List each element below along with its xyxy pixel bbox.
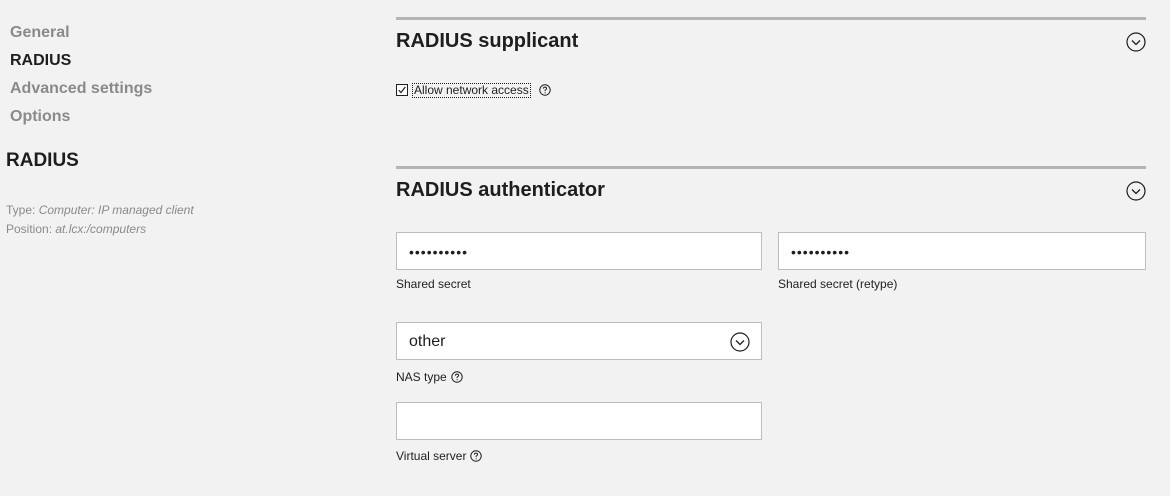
nas-type-value: other [409,333,446,350]
virtual-server-label-row: Virtual server [396,449,483,463]
object-type-label: Type: [6,203,36,217]
nas-type-label-row: NAS type [396,370,463,384]
allow-network-access-label[interactable]: Allow network access [412,82,531,98]
object-meta: Type: Computer: IP managed client Positi… [6,201,194,239]
object-position: Position: at.lcx:/computers [6,220,194,239]
object-position-label: Position: [6,222,53,236]
section-radius-authenticator: RADIUS authenticator •••••••••• Shared s… [396,166,1146,469]
allow-network-access-checkbox[interactable] [396,84,408,96]
chevron-down-circle-icon[interactable] [730,332,750,352]
virtual-server-input[interactable] [396,402,762,440]
chevron-down-circle-icon[interactable] [1126,32,1146,52]
checkmark-icon [398,86,406,94]
shared-secret-label: Shared secret [396,277,471,291]
shared-secret-value: •••••••••• [409,244,469,260]
shared-secret-retype-input[interactable]: •••••••••• [778,232,1146,270]
object-type: Type: Computer: IP managed client [6,201,194,220]
virtual-server-label: Virtual server [396,449,467,463]
help-circle-icon[interactable] [539,84,551,96]
help-circle-icon[interactable] [470,450,483,462]
shared-secret-retype-value: •••••••••• [791,244,851,260]
nas-type-label: NAS type [396,370,447,384]
nas-type-select[interactable]: other [396,322,762,360]
object-position-value: at.lcx:/computers [55,222,147,236]
help-circle-icon[interactable] [451,371,463,383]
allow-network-access-row: Allow network access [396,81,551,99]
nav-item-general[interactable]: General [10,20,152,48]
nav-item-radius[interactable]: RADIUS [10,48,152,76]
shared-secret-retype-label: Shared secret (retype) [778,277,898,291]
nav-item-advanced-settings[interactable]: Advanced settings [10,76,152,104]
object-type-value: Computer: IP managed client [38,203,194,217]
shared-secret-input[interactable]: •••••••••• [396,232,762,270]
section-radius-supplicant: RADIUS supplicant Allow network access [396,17,1146,140]
side-nav: General RADIUS Advanced settings Options [10,20,152,132]
section-title-supplicant: RADIUS supplicant [396,30,579,52]
nav-item-options[interactable]: Options [10,104,152,132]
chevron-down-circle-icon[interactable] [1126,181,1146,201]
object-title: RADIUS [6,150,79,171]
section-title-authenticator: RADIUS authenticator [396,179,605,201]
